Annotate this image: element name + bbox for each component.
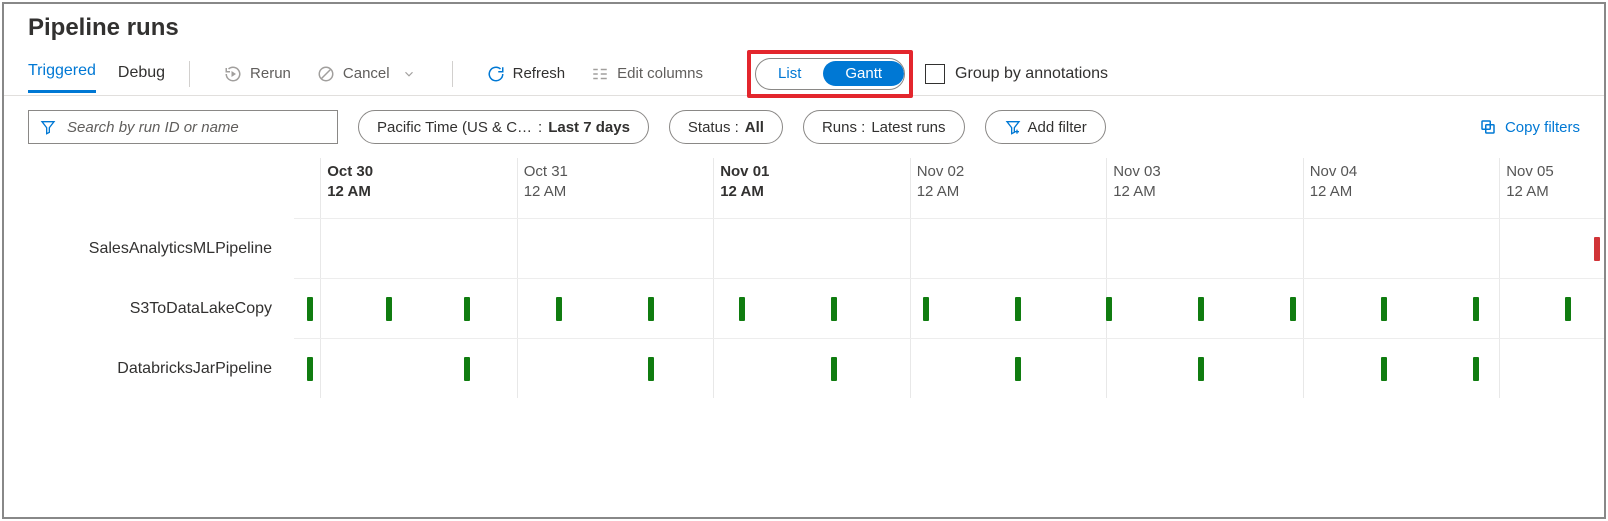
run-marker[interactable] (386, 297, 392, 321)
group-by-label: Group by annotations (955, 65, 1108, 83)
copy-icon (1479, 118, 1497, 136)
runs-value: Latest runs (871, 119, 945, 136)
cancel-button[interactable]: Cancel (307, 61, 428, 87)
tz-prefix: Pacific Time (US & C… (377, 119, 532, 136)
run-marker[interactable] (923, 297, 929, 321)
run-marker[interactable] (831, 357, 837, 381)
run-marker[interactable] (739, 297, 745, 321)
group-by-annotations[interactable]: Group by annotations (925, 64, 1108, 84)
view-toggle-wrap: List Gantt (755, 58, 905, 90)
filter-status[interactable]: Status : All (669, 110, 783, 144)
run-marker[interactable] (831, 297, 837, 321)
add-filter-button[interactable]: Add filter (985, 110, 1106, 144)
run-marker[interactable] (1381, 297, 1387, 321)
gantt-chart: Oct 3012 AM Oct 3112 AM Nov 0112 AM Nov 021… (4, 158, 1604, 398)
run-marker[interactable] (1565, 297, 1571, 321)
gantt-row-label[interactable]: S3ToDataLakeCopy (4, 300, 294, 318)
run-marker[interactable] (464, 297, 470, 321)
page-title: Pipeline runs (4, 14, 1604, 52)
status-value: All (745, 119, 764, 136)
pipeline-runs-panel: Pipeline runs Triggered Debug Rerun Canc… (2, 2, 1606, 519)
copy-filters-label: Copy filters (1505, 119, 1580, 136)
run-marker[interactable] (1594, 237, 1600, 261)
run-marker[interactable] (1381, 357, 1387, 381)
run-marker[interactable] (648, 297, 654, 321)
gantt-row-label[interactable]: DatabricksJarPipeline (4, 360, 294, 378)
gantt-column-header: Nov 0212 AM (910, 158, 965, 218)
gantt-column-header: Nov 0312 AM (1106, 158, 1161, 218)
run-marker[interactable] (556, 297, 562, 321)
run-marker[interactable] (1015, 297, 1021, 321)
status-prefix: Status : (688, 119, 739, 136)
gantt-column-header: Oct 3112 AM (517, 158, 568, 218)
gantt-row: SalesAnalyticsMLPipeline (294, 218, 1604, 278)
gantt-row: DatabricksJarPipeline (294, 338, 1604, 398)
edit-columns-label: Edit columns (617, 65, 703, 82)
checkbox-icon[interactable] (925, 64, 945, 84)
filter-icon (39, 118, 57, 136)
runs-prefix: Runs : (822, 119, 865, 136)
add-filter-label: Add filter (1028, 119, 1087, 136)
run-marker[interactable] (464, 357, 470, 381)
cancel-label: Cancel (343, 65, 390, 82)
rerun-label: Rerun (250, 65, 291, 82)
run-marker[interactable] (307, 357, 313, 381)
run-marker[interactable] (648, 357, 654, 381)
run-marker[interactable] (1473, 297, 1479, 321)
run-marker[interactable] (1015, 357, 1021, 381)
tab-triggered[interactable]: Triggered (28, 54, 96, 93)
add-filter-icon (1004, 118, 1022, 136)
toggle-list[interactable]: List (756, 61, 823, 86)
columns-icon (591, 65, 609, 83)
gantt-column-header: Nov 0112 AM (713, 158, 769, 218)
divider (189, 61, 190, 87)
cancel-icon (317, 65, 335, 83)
search-input[interactable]: Search by run ID or name (28, 110, 338, 144)
edit-columns-button[interactable]: Edit columns (581, 61, 713, 87)
gantt-row-label[interactable]: SalesAnalyticsMLPipeline (4, 240, 294, 258)
run-marker[interactable] (1473, 357, 1479, 381)
gantt-header: Oct 3012 AM Oct 3112 AM Nov 0112 AM Nov 021… (294, 158, 1604, 218)
copy-filters-button[interactable]: Copy filters (1479, 118, 1580, 136)
view-toggle: List Gantt (755, 58, 905, 90)
run-tabs: Triggered Debug (28, 54, 165, 93)
refresh-button[interactable]: Refresh (477, 61, 576, 87)
gantt-column-header: Nov 0412 AM (1303, 158, 1358, 218)
rerun-button[interactable]: Rerun (214, 61, 301, 87)
gantt-column-header: Oct 3012 AM (320, 158, 373, 218)
rerun-icon (224, 65, 242, 83)
run-marker[interactable] (1106, 297, 1112, 321)
tz-suffix: : (538, 119, 542, 136)
run-marker[interactable] (1290, 297, 1296, 321)
run-marker[interactable] (1198, 357, 1204, 381)
refresh-icon (487, 65, 505, 83)
filter-bar: Search by run ID or name Pacific Time (U… (4, 96, 1604, 158)
run-marker[interactable] (307, 297, 313, 321)
toolbar: Triggered Debug Rerun Cancel (4, 52, 1604, 96)
refresh-label: Refresh (513, 65, 566, 82)
gantt-column-header: Nov 0512 AM (1499, 158, 1554, 218)
filter-runs[interactable]: Runs : Latest runs (803, 110, 965, 144)
tab-debug[interactable]: Debug (118, 56, 165, 92)
filter-time[interactable]: Pacific Time (US & C… : Last 7 days (358, 110, 649, 144)
divider (452, 61, 453, 87)
search-placeholder: Search by run ID or name (67, 119, 239, 136)
toggle-gantt[interactable]: Gantt (823, 61, 904, 86)
run-marker[interactable] (1198, 297, 1204, 321)
gantt-row: S3ToDataLakeCopy (294, 278, 1604, 338)
gantt-body: SalesAnalyticsMLPipelineS3ToDataLakeCopy… (294, 218, 1604, 398)
chevron-down-icon (400, 65, 418, 83)
tz-value: Last 7 days (548, 119, 630, 136)
